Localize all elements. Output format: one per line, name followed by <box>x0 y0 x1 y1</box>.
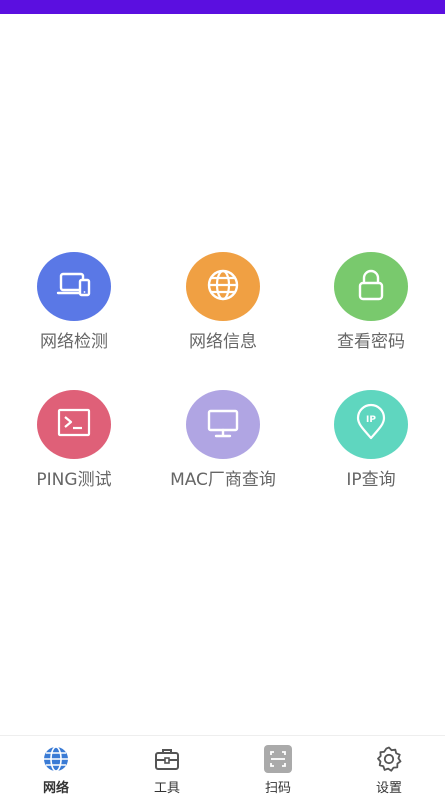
tab-label: 工具 <box>153 781 180 795</box>
tile-network-check[interactable]: 网络检测 <box>14 252 134 352</box>
svg-text:IP: IP <box>366 415 376 425</box>
tile-ping-test[interactable]: PING测试 <box>14 390 134 490</box>
devices-icon <box>54 265 94 309</box>
tile-circle <box>37 390 111 459</box>
scan-icon <box>263 744 293 774</box>
tab-label: 网络 <box>42 781 69 795</box>
globe-icon <box>204 266 242 308</box>
lock-icon <box>352 266 390 308</box>
tile-circle <box>334 252 408 321</box>
tab-scan[interactable]: 扫码 <box>238 744 318 795</box>
tab-network[interactable]: 网络 <box>16 744 96 795</box>
gear-icon <box>374 744 404 774</box>
tab-settings[interactable]: 设置 <box>349 744 429 795</box>
tile-label: 查看密码 <box>337 332 405 352</box>
terminal-icon <box>54 403 94 447</box>
bottom-tab-bar: 网络 工具 扫码 设置 <box>0 735 445 795</box>
tab-label: 扫码 <box>264 781 291 795</box>
monitor-icon <box>203 403 243 447</box>
tile-circle <box>37 252 111 321</box>
tab-label: 设置 <box>375 781 402 795</box>
tile-network-info[interactable]: 网络信息 <box>163 252 283 352</box>
tool-grid: 网络检测 网络信息 查看密码 PING测试 MAC厂商查询 IP IP查询 <box>0 252 445 528</box>
tile-view-password[interactable]: 查看密码 <box>311 252 431 352</box>
tile-label: 网络信息 <box>189 332 257 352</box>
tile-label: 网络检测 <box>40 332 108 352</box>
status-bar <box>0 0 445 14</box>
toolbox-icon <box>152 744 182 774</box>
tile-label: PING测试 <box>36 470 112 490</box>
tool-row-1: 网络检测 网络信息 查看密码 <box>0 252 445 390</box>
tool-row-2: PING测试 MAC厂商查询 IP IP查询 <box>0 390 445 528</box>
tile-circle <box>186 390 260 459</box>
tile-ip-lookup[interactable]: IP IP查询 <box>311 390 431 490</box>
ip-location-icon: IP <box>351 403 391 447</box>
tile-mac-vendor-lookup[interactable]: MAC厂商查询 <box>163 390 283 490</box>
tile-circle: IP <box>334 390 408 459</box>
globe-icon <box>41 744 71 774</box>
tile-circle <box>186 252 260 321</box>
tab-tools[interactable]: 工具 <box>127 744 207 795</box>
tile-label: IP查询 <box>346 470 396 490</box>
tile-label: MAC厂商查询 <box>170 470 276 490</box>
